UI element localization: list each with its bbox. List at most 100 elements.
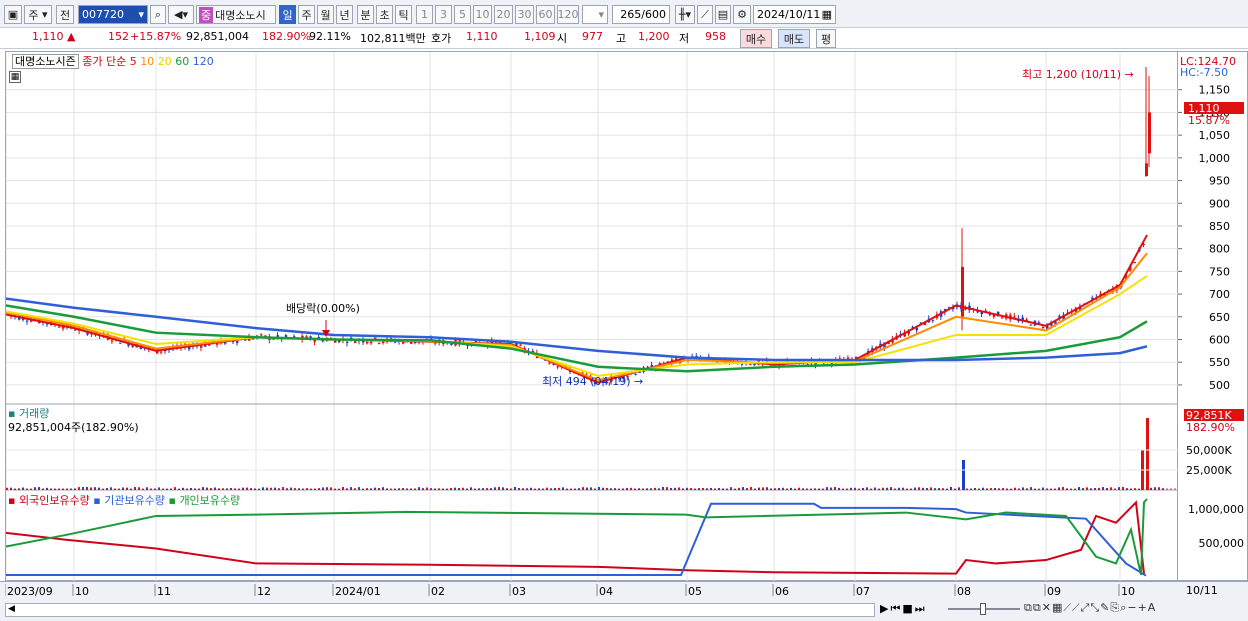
forward-icon[interactable]: ⏭ <box>915 602 927 615</box>
min-60[interactable]: 60 <box>536 5 555 24</box>
chart-tools[interactable]: ⧉⧉✕▦⟋⟋⤢⤡✎⎘⌕−+A <box>1024 601 1156 615</box>
scroll-left-icon[interactable]: ◀ <box>8 604 15 614</box>
count-input[interactable]: 265/600 <box>612 5 670 24</box>
legend-name[interactable]: 대명소노시즌 <box>12 54 79 69</box>
min-10[interactable]: 10 <box>473 5 492 24</box>
search-icon[interactable]: ⌕ <box>150 5 166 24</box>
candle-body <box>519 344 522 346</box>
stock-name-field[interactable]: 중 대명소노시 <box>196 5 276 24</box>
candle-body <box>931 319 935 321</box>
candle-body <box>74 329 77 331</box>
volume-y-tick: 25,000K <box>1186 464 1232 477</box>
volume-bar <box>1078 487 1080 490</box>
save-icon[interactable]: ▤ <box>715 5 731 24</box>
period-minute[interactable]: 분 <box>357 5 374 24</box>
period-year[interactable]: 년 <box>336 5 353 24</box>
volume-bar <box>890 487 892 490</box>
price-value: 1,110 <box>32 30 64 43</box>
prev-button[interactable]: 전 <box>56 5 74 24</box>
candle-body <box>1145 163 1148 176</box>
interval-select[interactable]: ▾ <box>582 5 608 24</box>
sell-button[interactable]: 매도 <box>778 29 810 48</box>
calendar-icon: ▦ <box>821 8 832 21</box>
market-select[interactable]: 주 ▾ <box>24 5 52 24</box>
rewind-icon[interactable]: ⏮ <box>890 602 902 615</box>
volume-bar <box>94 487 96 490</box>
ma-20: 20 <box>157 55 172 68</box>
y-tick-label: 700 <box>1209 288 1230 301</box>
y-tick-label: 600 <box>1209 334 1230 347</box>
period-day[interactable]: 일 <box>279 5 296 24</box>
table-icon[interactable]: ▦ <box>9 71 21 83</box>
speaker-icon[interactable]: ◀▾ <box>168 5 194 24</box>
min-20[interactable]: 20 <box>494 5 513 24</box>
text-icon[interactable]: A <box>1148 601 1157 614</box>
prev-label: 전 <box>59 8 71 22</box>
volume-bar <box>282 487 284 490</box>
min-3[interactable]: 3 <box>435 5 452 24</box>
zoom-handle[interactable] <box>980 603 986 615</box>
x-tick-label: 2023/09 <box>7 585 53 598</box>
expand-icon[interactable]: ⤡ <box>1090 601 1100 614</box>
sell-label: 매도 <box>783 32 805 46</box>
min-30[interactable]: 30 <box>515 5 534 24</box>
min-5[interactable]: 5 <box>454 5 471 24</box>
x-tick-label: 10 <box>1121 585 1135 598</box>
period-year-label: 년 <box>339 8 350 22</box>
candle-body <box>382 341 385 344</box>
chevron-down-icon: ▾ <box>138 8 144 21</box>
cross-icon[interactable]: ✕ <box>1042 601 1052 614</box>
date-input[interactable]: 2024/10/11 ▦ <box>753 5 836 24</box>
period-second[interactable]: 초 <box>376 5 393 24</box>
candle-body <box>110 340 114 342</box>
plus-icon[interactable]: + <box>1138 601 1148 614</box>
x-axis-right: 10/11 <box>1186 584 1218 597</box>
candle-body <box>1029 324 1033 326</box>
low-label: 저 <box>679 32 690 45</box>
volume-bar <box>730 487 732 490</box>
line-tool-icon[interactable]: ⟋ <box>697 5 713 24</box>
candle-type-icon[interactable]: ╫▾ <box>675 5 695 24</box>
zoom-slider[interactable] <box>948 602 1020 616</box>
compare2-icon[interactable]: ⧉ <box>1033 601 1042 614</box>
x-tick-label: 12 <box>257 585 271 598</box>
nav-controls[interactable]: ▶⏮■⏭ <box>880 602 927 616</box>
grid-icon[interactable]: ▦ <box>1052 601 1063 614</box>
candle-body <box>556 366 560 368</box>
candle-body <box>200 345 203 348</box>
candle-body <box>1133 261 1136 264</box>
eval-button[interactable]: 평 <box>816 29 836 48</box>
play-icon[interactable]: ▶ <box>880 602 890 615</box>
xaxis-svg: 2023/09 10 11 12 2024/01 02 03 04 05 06 07 08 09 10 <box>4 584 1135 598</box>
volume: 92,851,004 <box>186 30 249 43</box>
gear-icon[interactable]: ⚙ <box>733 5 751 24</box>
period-tick-label: 틱 <box>398 8 409 22</box>
period-tick[interactable]: 틱 <box>395 5 412 24</box>
x-tick-label: 04 <box>599 585 613 598</box>
bid: 1,109 <box>524 30 556 43</box>
buy-button[interactable]: 매수 <box>740 29 772 48</box>
horizontal-scrollbar[interactable]: ◀ <box>5 603 875 617</box>
min-3-label: 3 <box>440 8 447 21</box>
draw-icon[interactable]: ✎ <box>1100 601 1110 614</box>
copy-icon[interactable]: ⎘ <box>1110 601 1120 614</box>
x-tick-label: 03 <box>512 585 526 598</box>
code-input[interactable]: 007720 ▾ <box>78 5 148 24</box>
period-week[interactable]: 주 <box>298 5 315 24</box>
min-120[interactable]: 120 <box>557 5 579 24</box>
scale-icon[interactable]: ⤢ <box>1081 601 1091 614</box>
min-30-label: 30 <box>517 8 532 21</box>
holding-inst-label: 기관보유수량 <box>104 494 165 507</box>
y-tick-label: 1,000 <box>1199 152 1231 165</box>
compare-icon[interactable]: ⧉ <box>1024 601 1033 614</box>
trend-icon[interactable]: ⟋ <box>1063 601 1072 614</box>
right-axis-panel: LC:124.70HC:-7.501,1501,1001,0501,000950… <box>1178 51 1248 581</box>
trend2-icon[interactable]: ⟋ <box>1072 601 1081 614</box>
stop-icon[interactable]: ■ <box>902 602 914 615</box>
minus-icon[interactable]: − <box>1127 601 1137 614</box>
period-month[interactable]: 월 <box>317 5 334 24</box>
window-icon[interactable]: ▣ <box>4 5 22 24</box>
min-1[interactable]: 1 <box>416 5 433 24</box>
volume-bar <box>202 487 204 490</box>
period-minute-label: 분 <box>360 8 371 22</box>
